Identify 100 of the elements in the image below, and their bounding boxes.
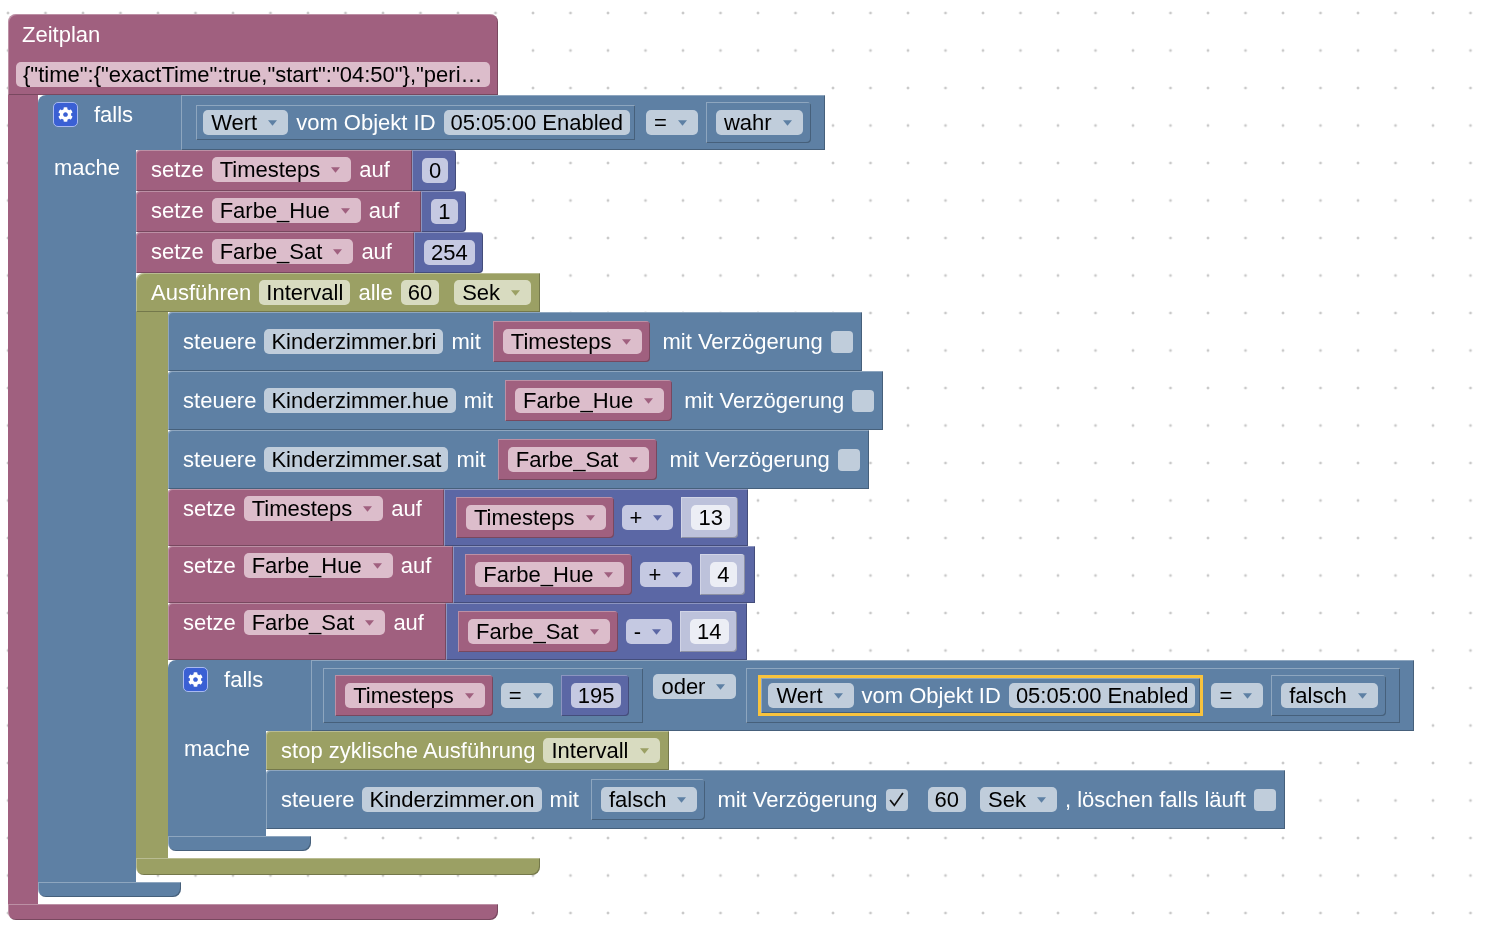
operator-dropdown[interactable]: = xyxy=(500,683,553,708)
number-block[interactable]: 195 xyxy=(560,675,630,716)
variable-dropdown[interactable]: Farbe_Hue xyxy=(475,562,625,587)
number-block[interactable]: 13 xyxy=(681,497,738,538)
schedule-block[interactable]: Zeitplan {"time":{"exactTime":true,"start":"04:50"},"peri… xyxy=(8,14,498,95)
variable-block[interactable]: Farbe_Sat xyxy=(497,439,658,480)
number-field[interactable]: 0 xyxy=(421,158,449,183)
operator-dropdown[interactable]: - xyxy=(625,619,673,644)
operator-dropdown[interactable]: + xyxy=(640,562,693,587)
unit-dropdown[interactable]: Sek xyxy=(454,280,532,305)
unit-dropdown[interactable]: Sek xyxy=(980,787,1057,812)
number-field[interactable]: 254 xyxy=(423,240,475,265)
control-block[interactable]: steuere Kinderzimmer.bri mit Timesteps mit Verzögerung xyxy=(168,312,862,371)
compare-block[interactable]: Wert vom Objekt ID 05:05:00 Enabled = wahr xyxy=(181,95,825,150)
caret-icon xyxy=(372,562,382,569)
operator-dropdown[interactable]: = xyxy=(1211,683,1264,708)
block-text: auf xyxy=(359,157,390,182)
checkbox[interactable] xyxy=(837,448,860,471)
object-id-field[interactable]: Kinderzimmer.sat xyxy=(264,447,449,472)
boolean-dropdown[interactable]: falsch xyxy=(1281,683,1378,708)
variable-block[interactable]: Farbe_Sat xyxy=(457,611,618,652)
interval-name-field[interactable]: Intervall xyxy=(259,280,351,305)
variable-dropdown[interactable]: Farbe_Hue xyxy=(243,553,393,578)
checkbox[interactable] xyxy=(1253,788,1276,811)
gear-icon[interactable] xyxy=(183,667,209,692)
control-block[interactable]: steuere Kinderzimmer.on mit falsch mit Verzögerung 60 Sek , löschen falls läuft xyxy=(266,770,1285,829)
operator-dropdown[interactable]: + xyxy=(621,505,674,530)
number-field[interactable]: 13 xyxy=(691,505,730,530)
variable-block[interactable]: Farbe_Hue xyxy=(465,554,633,595)
variable-dropdown[interactable]: Farbe_Hue xyxy=(211,198,361,223)
variable-dropdown[interactable]: Timesteps xyxy=(345,683,485,708)
get-value-block[interactable]: Wert vom Objekt ID 05:05:00 Enabled xyxy=(758,675,1204,716)
set-variable-block[interactable]: setze Farbe_Hue auf xyxy=(136,191,422,232)
period-field[interactable]: 60 xyxy=(400,280,440,305)
object-id-field[interactable]: Kinderzimmer.bri xyxy=(264,329,444,354)
attribute-dropdown[interactable]: Wert xyxy=(203,110,289,135)
if-block[interactable]: falls xyxy=(38,95,182,150)
variable-dropdown[interactable]: Farbe_Sat xyxy=(507,447,650,472)
if-block[interactable]: falls xyxy=(168,660,312,731)
number-block[interactable]: 0 xyxy=(411,150,457,191)
block-text: falls xyxy=(94,102,134,127)
checkbox[interactable] xyxy=(885,788,908,811)
number-field[interactable]: 4 xyxy=(710,562,737,587)
object-id-field[interactable]: Kinderzimmer.hue xyxy=(264,388,456,413)
variable-block[interactable]: Timesteps xyxy=(492,321,651,362)
control-block[interactable]: steuere Kinderzimmer.hue mit Farbe_Hue mit Verzögerung xyxy=(168,371,884,430)
number-block[interactable]: 4 xyxy=(700,554,745,595)
block-text: setze xyxy=(183,610,236,635)
control-block[interactable]: steuere Kinderzimmer.sat mit Farbe_Sat mit Verzögerung xyxy=(168,430,869,489)
stop-interval-block[interactable]: stop zyklische Ausführung Intervall xyxy=(266,731,669,770)
variable-block[interactable]: Timesteps xyxy=(455,497,614,538)
attribute-dropdown[interactable]: Wert xyxy=(768,683,854,708)
number-field[interactable]: 1 xyxy=(431,199,458,224)
number-block[interactable]: 254 xyxy=(413,232,483,273)
variable-dropdown[interactable]: Farbe_Sat xyxy=(211,239,354,264)
arithmetic-block[interactable]: Farbe_Sat - 14 xyxy=(445,603,747,660)
boolean-dropdown[interactable]: falsch xyxy=(600,787,698,812)
set-variable-block[interactable]: setze Farbe_Sat auf xyxy=(136,232,414,273)
set-variable-block[interactable]: setze Farbe_Hue auf xyxy=(168,546,454,603)
logic-operation-block[interactable]: Timesteps = 195 oder Wert vom Objekt ID 05:05:00 Enabled = falsch xyxy=(311,660,1414,731)
compare-block[interactable]: Wert vom Objekt ID 05:05:00 Enabled = falsch xyxy=(746,668,1400,723)
variable-dropdown[interactable]: Timesteps xyxy=(243,496,384,521)
set-variable-block[interactable]: setze Farbe_Sat auf xyxy=(168,603,446,660)
operator-dropdown[interactable]: oder xyxy=(653,674,737,699)
variable-dropdown[interactable]: Farbe_Sat xyxy=(467,619,610,644)
operator-dropdown[interactable]: = xyxy=(646,110,698,135)
block-text: auf xyxy=(368,198,400,223)
checkbox[interactable] xyxy=(852,389,875,412)
object-id-field[interactable]: 05:05:00 Enabled xyxy=(443,110,631,135)
variable-dropdown[interactable]: Farbe_Sat xyxy=(243,610,386,635)
boolean-block[interactable]: falsch xyxy=(1271,675,1386,716)
schedule-field[interactable]: {"time":{"exactTime":true,"start":"04:50"},"peri… xyxy=(16,62,490,87)
variable-block[interactable]: Timesteps xyxy=(335,675,493,716)
object-id-field[interactable]: Kinderzimmer.on xyxy=(362,787,542,812)
number-field[interactable]: 195 xyxy=(570,683,622,708)
number-block[interactable]: 1 xyxy=(421,191,466,232)
arithmetic-block[interactable]: Timesteps + 13 xyxy=(443,489,748,546)
boolean-block[interactable]: falsch xyxy=(590,779,706,820)
boolean-block[interactable]: wahr xyxy=(705,102,811,143)
number-block[interactable]: 14 xyxy=(680,611,737,652)
boolean-dropdown[interactable]: wahr xyxy=(715,110,803,135)
caret-icon xyxy=(365,619,375,626)
variable-dropdown[interactable]: Timesteps xyxy=(211,157,352,182)
variable-dropdown[interactable]: Farbe_Hue xyxy=(515,388,665,413)
checkbox[interactable] xyxy=(830,330,853,353)
interval-dropdown[interactable]: Intervall xyxy=(543,738,660,763)
variable-block[interactable]: Farbe_Hue xyxy=(505,380,673,421)
set-variable-block[interactable]: setze Timesteps auf xyxy=(136,150,412,191)
block-text: auf xyxy=(400,553,432,578)
object-id-field[interactable]: 05:05:00 Enabled xyxy=(1008,683,1196,708)
variable-dropdown[interactable]: Timesteps xyxy=(502,329,643,354)
number-field[interactable]: 14 xyxy=(690,619,729,644)
arithmetic-block[interactable]: Farbe_Hue + 4 xyxy=(453,546,755,603)
set-variable-block[interactable]: setze Timesteps auf xyxy=(168,489,444,546)
gear-icon[interactable] xyxy=(53,102,78,127)
variable-dropdown[interactable]: Timesteps xyxy=(465,505,606,530)
caret-icon xyxy=(622,338,632,345)
compare-block[interactable]: Timesteps = 195 xyxy=(323,668,644,723)
delay-field[interactable]: 60 xyxy=(927,787,967,812)
interval-block[interactable]: Ausführen Intervall alle 60 Sek xyxy=(136,273,541,312)
